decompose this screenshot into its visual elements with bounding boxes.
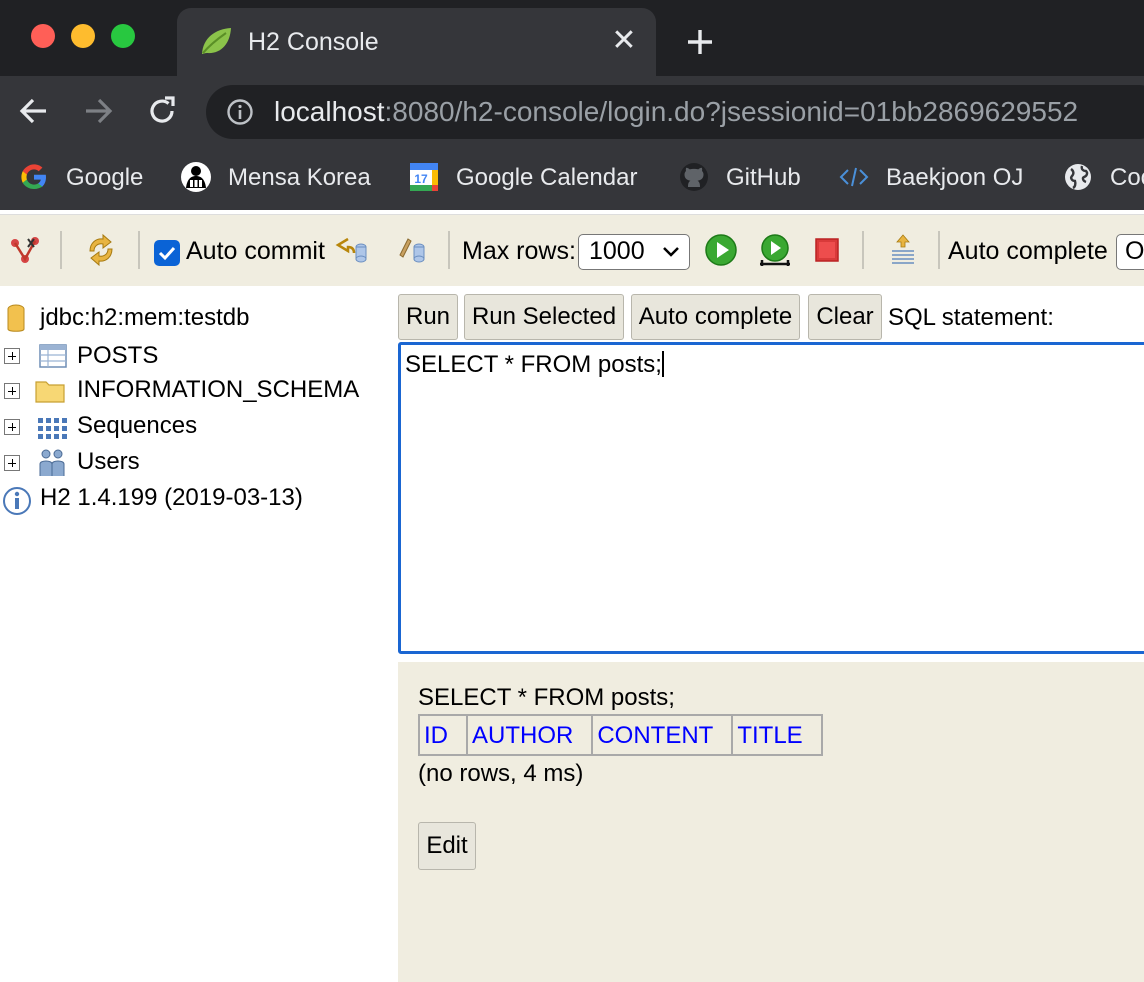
back-icon[interactable] [16,93,52,129]
max-rows-value: 1000 [589,237,645,265]
table-icon [39,344,67,368]
expand-icon[interactable] [4,383,20,399]
column-header-id[interactable]: ID [418,714,468,756]
result-table: ID AUTHOR CONTENT TITLE [418,714,823,756]
bookmarks-bar: Google Mensa Korea 17 Google Calendar Gi… [0,148,1144,210]
column-header-content[interactable]: CONTENT [591,714,734,756]
auto-complete-button[interactable]: Auto complete [631,294,800,340]
github-icon [680,163,708,191]
tree-item-sequences[interactable]: Sequences [77,412,197,440]
bookmark-label: Coc [1110,164,1144,191]
toolbar-separator [862,231,864,269]
refresh-icon[interactable] [84,233,118,267]
h2-version: H2 1.4.199 (2019-03-13) [40,484,303,511]
tab-strip: H2 Console ✕ [0,0,1144,76]
run-selected-icon[interactable] [758,233,792,267]
close-tab-icon[interactable]: ✕ [611,26,637,56]
auto-complete-select[interactable]: O [1116,234,1144,270]
text-caret [661,351,664,377]
checkmark-icon [158,246,176,261]
auto-commit-checkbox[interactable] [154,240,180,266]
chevron-down-icon [663,247,679,257]
sequence-icon [38,418,67,439]
calendar-icon: 17 [410,163,438,191]
run-button[interactable]: Run [398,294,458,340]
toolbar-separator [138,231,140,269]
auto-complete-label: Auto complete [948,237,1108,265]
result-status: (no rows, 4 ms) [418,760,584,787]
connection-url: jdbc:h2:mem:testdb [40,304,250,331]
url-path: :8080/h2-console/login.do?jsessionid=01b… [384,96,1079,127]
tree-item-posts[interactable]: POSTS [77,342,158,370]
max-rows-label: Max rows: [462,237,576,265]
auto-commit-label: Auto commit [186,237,325,265]
bookmark-label: GitHub [726,164,801,191]
expand-icon[interactable] [4,348,20,364]
run-selected-button[interactable]: Run Selected [464,294,624,340]
sql-text: SELECT * FROM posts; [405,351,662,378]
bookmark-label: Google Calendar [456,164,638,191]
folder-icon [35,381,65,403]
info-icon [3,487,31,515]
url-host: localhost [274,96,385,127]
address-bar[interactable]: localhost:8080/h2-console/login.do?jsess… [206,85,1144,139]
history-icon[interactable] [886,233,920,267]
users-icon [39,449,65,476]
tree-item-information-schema[interactable]: INFORMATION_SCHEMA [77,376,359,404]
commit-icon[interactable] [394,233,428,267]
expand-icon[interactable] [4,419,20,435]
url-text: localhost:8080/h2-console/login.do?jsess… [274,97,1078,127]
minimize-window-button[interactable] [71,24,95,48]
globe-icon [1065,164,1091,190]
browser-toolbar: localhost:8080/h2-console/login.do?jsess… [0,76,1144,148]
forward-icon[interactable] [80,93,116,129]
mensa-icon [181,162,211,192]
result-query: SELECT * FROM posts; [418,684,675,711]
column-header-author[interactable]: AUTHOR [465,714,594,756]
auto-complete-value: O [1125,237,1144,265]
close-window-button[interactable] [31,24,55,48]
reload-icon[interactable] [144,93,180,129]
bookmark-label: Mensa Korea [228,164,371,191]
maximize-window-button[interactable] [111,24,135,48]
browser-tab[interactable]: H2 Console ✕ [177,8,656,76]
result-panel: SELECT * FROM posts; ID AUTHOR CONTENT T… [398,662,1144,982]
toolbar-separator [448,231,450,269]
run-icon[interactable] [704,233,738,267]
max-rows-select[interactable]: 1000 [578,234,690,270]
column-header-title[interactable]: TITLE [731,714,823,756]
site-info-icon[interactable] [226,98,254,126]
svg-text:17: 17 [414,172,428,186]
google-icon [21,164,46,189]
browser-window: H2 Console ✕ localhost:8080/h2-console/l… [0,0,1144,982]
spring-leaf-icon [202,28,231,54]
disconnect-icon[interactable] [8,233,42,267]
toolbar-separator [938,231,940,269]
rollback-icon[interactable] [334,233,368,267]
database-icon [7,304,25,332]
toolbar-separator [60,231,62,269]
new-tab-icon[interactable] [684,26,716,58]
sql-statement-label: SQL statement: [888,304,1054,331]
code-icon [839,167,869,187]
bookmark-label: Baekjoon OJ [886,164,1024,191]
tree-item-users[interactable]: Users [77,448,140,476]
edit-button[interactable]: Edit [418,822,476,870]
sql-editor[interactable]: SELECT * FROM posts; [398,342,1144,654]
expand-icon[interactable] [4,455,20,471]
clear-button[interactable]: Clear [808,294,882,340]
bookmark-label: Google [66,164,144,191]
tab-title: H2 Console [248,28,379,56]
stop-icon[interactable] [810,233,844,267]
